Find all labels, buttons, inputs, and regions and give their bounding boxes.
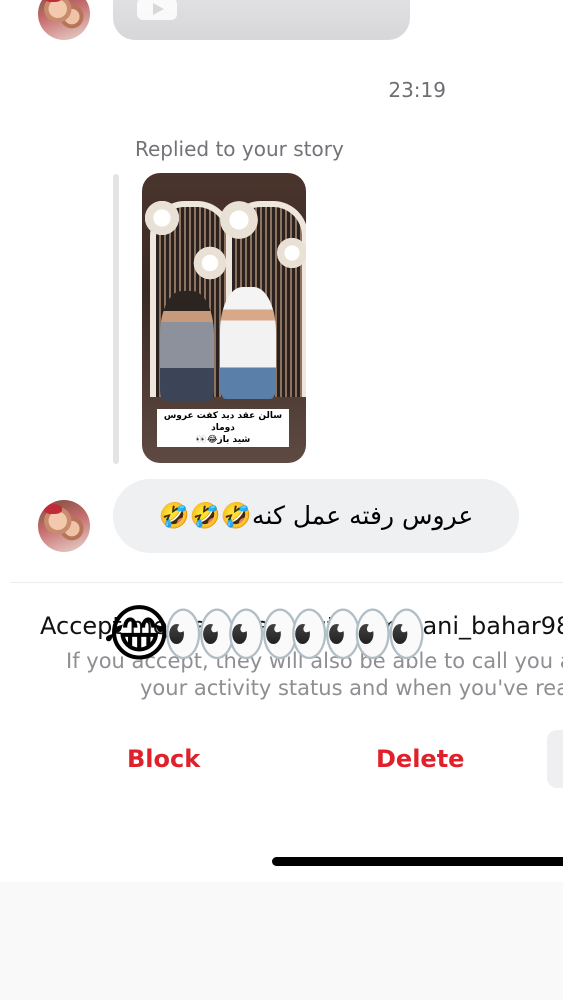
section-divider [10,582,563,583]
story-sticker-text: سالن عقد دید کفت عروس دوماد شید باز😂👀 [157,409,289,447]
story-sticker-line1: سالن عقد دید کفت عروس دوماد [163,411,283,433]
story-sticker-line2: شید باز😂👀 [195,435,251,445]
story-preview[interactable]: سالن عقد دید کفت عروس دوماد شید باز😂👀 [142,173,306,463]
previous-media-message[interactable] [113,0,410,40]
sender-avatar-top[interactable] [38,0,90,40]
story-flowers [192,243,228,283]
delete-button[interactable]: Delete [376,745,464,773]
message-request-info-line2: your activity status and when you've rea [140,676,563,700]
accept-button[interactable] [547,730,563,788]
reply-indicator-bar [113,174,119,464]
story-person-groom [160,291,214,401]
story-flowers [277,233,306,273]
message-bubble[interactable]: عروس رفته عمل کنه🤣🤣🤣 [113,479,519,553]
story-reply-label: Replied to your story [135,137,344,161]
story-flowers [217,198,261,242]
block-button[interactable]: Block [127,745,200,773]
story-person-bride [220,287,276,399]
message-text: عروس رفته عمل کنه🤣🤣🤣 [158,501,474,530]
message-timestamp: 23:19 [388,78,446,102]
video-play-icon [137,0,177,20]
emoji-sticker-overlay: 😂👀👀👀👀 [103,597,428,670]
story-flowers [142,198,182,238]
bottom-safe-area [0,882,563,1000]
sender-avatar[interactable] [38,500,90,552]
home-indicator[interactable] [272,857,563,866]
